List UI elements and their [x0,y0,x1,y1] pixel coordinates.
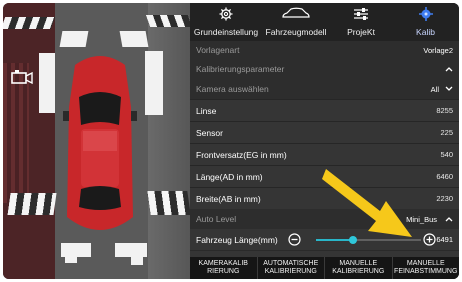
button-label-line1: MANUELLE [339,260,378,267]
row-sensor[interactable]: Sensor 225 [190,121,459,143]
row-value: All [430,84,439,94]
plus-circle-icon[interactable] [423,233,436,246]
head-unit-screen: Grundeinstellung Fahrzeugmodell ProjeKt [3,3,459,279]
section-label: Kalibrierungsparameter [196,64,285,74]
row-kamera-auswaehlen[interactable]: Kamera auswählen All [190,79,459,99]
surround-view-camera [3,3,190,279]
row-kalibrierungsparameter[interactable]: Kalibrierungsparameter [190,59,459,79]
automatische-kalibrierung-button[interactable]: AUTOMATISCHE KALIBRIERUNG [258,257,325,279]
row-label: Fahrzeug Länge(mm) [196,234,278,245]
tab-projekt[interactable]: ProjeKt [330,3,392,41]
checker-mat-front-left [3,17,56,29]
row-label: Sensor [196,127,223,138]
chevron-up-icon [445,217,453,222]
button-label-line2: FEINABSTIMMUNG [394,268,458,275]
row-value: 6460 [436,172,453,181]
row-label: Vorlagenart [196,45,240,55]
manuelle-feinabstimmung-button[interactable]: MANUELLE FEINABSTIMMUNG [393,257,460,279]
calibration-mark-rear-left-corner [65,253,77,263]
checker-mat-rear-right [147,191,190,215]
button-label-line2: KALIBRIERUNG [264,268,317,275]
row-value: 2230 [436,194,453,203]
gear-icon [219,7,233,21]
minus-circle-icon[interactable] [288,233,301,246]
annotation-arrow-icon [322,169,412,237]
device-frame: Grundeinstellung Fahrzeugmodell ProjeKt [0,0,462,282]
calibration-mat-front-left [59,31,89,47]
calibration-mark-rear-right-corner [131,255,143,265]
row-vorlagenart[interactable]: Vorlagenart Vorlage2 [190,41,459,59]
row-value: 8255 [436,106,453,115]
row-value: 6491 [436,235,453,244]
checker-mat-rear-left [7,193,57,215]
calibration-mat-right [145,51,163,115]
row-value: 225 [440,128,453,137]
row-linse[interactable]: Linse 8255 [190,99,459,121]
button-label-line2: KALIBRIERUNG [332,268,385,275]
vehicle-top-view [63,56,137,230]
chevron-up-icon [445,67,453,72]
button-label-line1: MANUELLE [406,260,445,267]
tab-label: Fahrzeugmodell [265,27,327,37]
row-label: Länge(AD in mm) [196,171,263,182]
sliders-icon [354,8,368,20]
row-label: Kamera auswählen [196,84,269,94]
chevron-down-icon [445,86,453,91]
tab-grundeinstellung[interactable]: Grundeinstellung [190,3,262,41]
floor-right [148,3,190,279]
calibration-mat-front-right [119,31,149,47]
button-label-line2: RIERUNG [207,268,240,275]
car-outline-icon [282,7,310,18]
row-value: Vorlage2 [423,45,453,55]
row-label: Linse [196,105,217,116]
calibration-mat-left [39,53,55,113]
manuelle-kalibrierung-button[interactable]: MANUELLE KALIBRIERUNG [325,257,393,279]
row-label: Frontversatz(EG in mm) [196,149,287,160]
camera-icon[interactable] [11,69,33,85]
tab-label: ProjeKt [347,27,375,37]
checker-mat-front-right [145,15,190,27]
row-label: Auto Level [196,214,237,224]
row-frontversatz[interactable]: Frontversatz(EG in mm) 540 [190,143,459,165]
tab-label: Grundeinstellung [193,27,259,37]
bottom-action-bar: KAMERAKALIB RIERUNG AUTOMATISCHE KALIBRI… [190,257,459,279]
tab-kalib[interactable]: Kalib [392,3,459,41]
tab-fahrzeugmodell[interactable]: Fahrzeugmodell [262,3,330,41]
button-label-line1: KAMERAKALIB [198,260,248,267]
tab-label: Kalib [416,27,435,37]
row-value: 540 [440,150,453,159]
button-label-line1: AUTOMATISCHE [263,260,319,267]
top-tab-bar: Grundeinstellung Fahrzeugmodell ProjeKt [190,3,459,41]
row-label: Breite(AB in mm) [196,193,261,204]
crosshair-icon [418,7,433,21]
kamerakalibrierung-button[interactable]: KAMERAKALIB RIERUNG [190,257,258,279]
